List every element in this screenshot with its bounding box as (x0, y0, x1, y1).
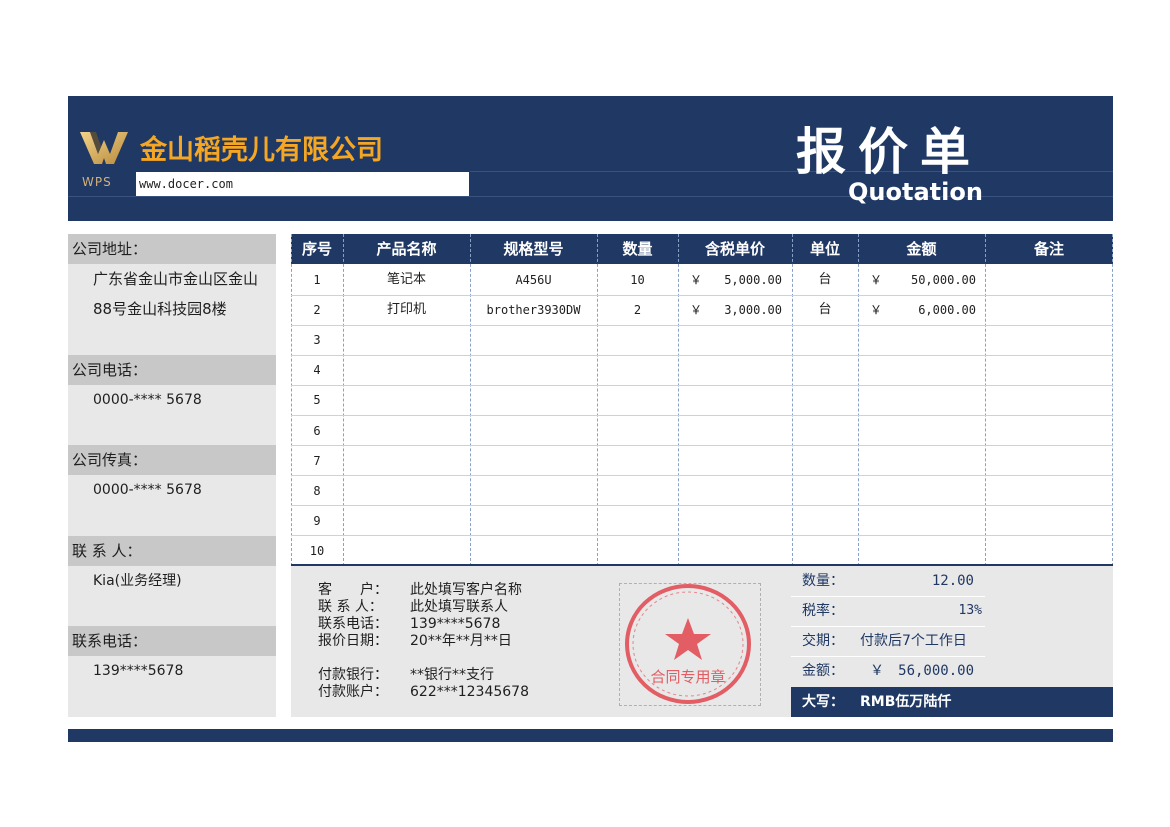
cell-product-name[interactable]: 打印机 (343, 295, 470, 325)
cell-row-no[interactable]: 1 (291, 265, 343, 295)
table-row-divider (291, 535, 1113, 536)
summary-qty-value: 12.00 (931, 573, 974, 589)
seal-text: 合同专用章 (650, 668, 725, 686)
summary-delivery-label: 交期： (802, 633, 844, 649)
summary-delivery-value: 付款后7个工作日 (860, 633, 967, 649)
column-header-unit: 单位 (809, 240, 840, 258)
summary-tax-label: 税率： (802, 603, 844, 619)
summary-amount-value: 56,000.00 (898, 663, 974, 679)
cell-product-name[interactable]: 笔记本 (343, 265, 470, 295)
column-header-no: 序号 (301, 240, 332, 258)
account-label: 付款账户： (318, 684, 388, 700)
contact-label: 联 系 人： (68, 536, 276, 566)
quote-date-label: 报价日期： (318, 633, 388, 649)
cell-row-no[interactable]: 3 (291, 325, 343, 355)
summary-amount-label: 金额： (802, 663, 844, 679)
phone-label: 公司电话： (68, 355, 276, 385)
customer-phone-value[interactable]: 139****5678 (410, 616, 500, 633)
column-header-model: 规格型号 (503, 240, 564, 258)
customer-label: 客 户： (318, 582, 388, 598)
footer-bar (68, 729, 1113, 742)
table-row-divider (291, 475, 1113, 476)
document-title: 报价单 (796, 123, 982, 181)
table-row-divider (291, 355, 1113, 356)
cell-unit-price[interactable]: 5,000.00 (700, 265, 782, 295)
column-header-amount: 金额 (906, 240, 937, 258)
table-row-divider (291, 445, 1113, 446)
quote-date-value[interactable]: 20**年**月**日 (410, 633, 512, 650)
address-line: 88号金山科技园8楼 (93, 300, 227, 318)
column-header-price: 含税单价 (704, 240, 765, 258)
cell-unit[interactable]: 台 (792, 295, 858, 325)
contact-phone-label: 联系电话： (68, 626, 276, 656)
customer-value[interactable]: 此处填写客户名称 (410, 582, 522, 599)
contact-value: Kia(业务经理) (93, 573, 182, 589)
table-grid-line (678, 234, 679, 566)
cell-row-no[interactable]: 7 (291, 446, 343, 476)
contact-phone-value: 139****5678 (93, 663, 184, 679)
account-value[interactable]: 622***12345678 (410, 684, 529, 701)
cell-qty[interactable]: 2 (597, 295, 678, 325)
currency-symbol: ￥ (870, 663, 884, 679)
header-divider (470, 171, 1113, 172)
cell-row-no[interactable]: 10 (291, 536, 343, 566)
table-grid-line (858, 234, 859, 566)
cell-unit[interactable]: 台 (792, 265, 858, 295)
cell-row-no[interactable]: 4 (291, 355, 343, 385)
cell-model[interactable]: A456U (470, 265, 597, 295)
customer-phone-label: 联系电话： (318, 616, 388, 632)
column-header-product: 产品名称 (376, 240, 437, 258)
cell-row-no[interactable]: 9 (291, 506, 343, 536)
company-name: 金山稻壳儿有限公司 (140, 135, 383, 166)
phone-value: 0000-**** 5678 (93, 392, 202, 408)
bank-label: 付款银行： (318, 667, 388, 683)
document-subtitle: Quotation (848, 178, 983, 206)
cell-row-no[interactable]: 6 (291, 416, 343, 446)
table-row-divider (291, 415, 1113, 416)
company-seal-stamp: 合同专用章 (625, 584, 751, 704)
summary-tax-value: 13% (958, 603, 982, 618)
bank-value[interactable]: **银行**支行 (410, 667, 494, 684)
cell-model[interactable]: brother3930DW (470, 295, 597, 325)
amount-words-label: 大写： (802, 694, 844, 710)
cell-row-no[interactable]: 8 (291, 476, 343, 506)
cell-unit-price[interactable]: 3,000.00 (700, 295, 782, 325)
cell-qty[interactable]: 10 (597, 265, 678, 295)
cell-amount[interactable]: 50,000.00 (880, 265, 976, 295)
fax-value: 0000-**** 5678 (93, 482, 202, 498)
address-line: 广东省金山市金山区金山 (93, 270, 259, 288)
customer-contact-value[interactable]: 此处填写联系人 (410, 599, 508, 616)
cell-amount[interactable]: 6,000.00 (880, 295, 976, 325)
company-logo-icon (80, 132, 128, 164)
cell-note[interactable] (985, 265, 1112, 295)
column-header-qty: 数量 (622, 240, 653, 258)
customer-contact-label: 联 系 人： (318, 599, 383, 615)
wps-logo-text: WPS (82, 175, 112, 189)
website-field[interactable]: www.docer.com (136, 172, 469, 196)
cell-row-no[interactable]: 2 (291, 295, 343, 325)
cell-row-no[interactable]: 5 (291, 385, 343, 415)
address-label: 公司地址： (68, 234, 276, 264)
table-row-divider (291, 505, 1113, 506)
fax-label: 公司传真： (68, 445, 276, 475)
table-grid-line (1112, 234, 1113, 566)
column-header-note: 备注 (1033, 240, 1064, 258)
cell-note[interactable] (985, 295, 1112, 325)
summary-qty-label: 数量： (802, 573, 844, 589)
table-row-divider (291, 325, 1113, 326)
amount-words-value: RMB伍万陆仟 (860, 694, 952, 710)
table-row-divider (291, 385, 1113, 386)
